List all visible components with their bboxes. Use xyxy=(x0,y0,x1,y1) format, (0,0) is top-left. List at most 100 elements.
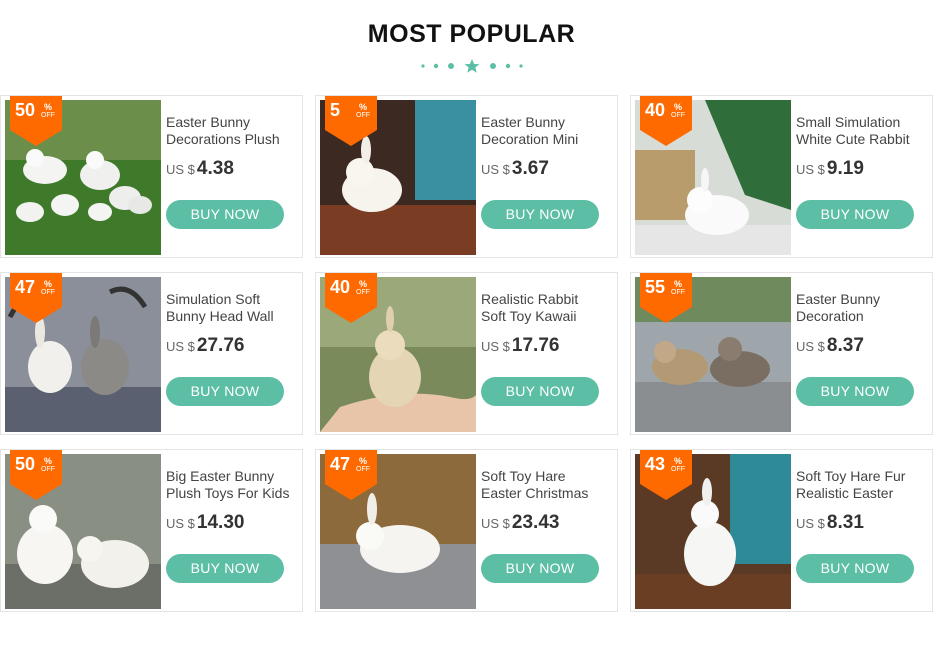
product-name-line: White Cute Rabbit xyxy=(796,131,910,147)
buy-now-button[interactable]: BUY NOW xyxy=(481,377,599,406)
currency-label: US $ xyxy=(796,339,825,354)
product-name[interactable]: Big Easter Bunny Plush Toys For Kids xyxy=(166,468,294,502)
currency-label: US $ xyxy=(796,162,825,177)
product-name[interactable]: Easter Bunny Decoration xyxy=(796,291,924,325)
product-name-line: Realistic Easter xyxy=(796,485,894,501)
buy-now-button[interactable]: BUY NOW xyxy=(166,377,284,406)
product-name[interactable]: Easter Bunny Decorations Plush xyxy=(166,114,294,148)
discount-value: 47 xyxy=(330,454,351,474)
currency-label: US $ xyxy=(166,339,195,354)
star-dots-divider-icon xyxy=(421,59,523,73)
discount-value: 5 xyxy=(330,100,341,120)
price-value: 9.19 xyxy=(826,158,864,179)
price-value: 3.67 xyxy=(511,158,549,179)
product-price: US $3.67 xyxy=(481,158,549,180)
buy-now-button[interactable]: BUY NOW xyxy=(796,200,914,229)
product-name-line: Decoration Mini xyxy=(481,131,579,147)
off-label: OFF xyxy=(671,289,685,296)
product-price: US $27.76 xyxy=(166,335,244,357)
off-label: OFF xyxy=(356,466,370,473)
discount-value: 50 xyxy=(15,100,36,120)
buy-now-button[interactable]: BUY NOW xyxy=(166,554,284,583)
product-name-line: Decorations Plush xyxy=(166,131,280,147)
price-value: 4.38 xyxy=(196,158,234,179)
product-name-line: Soft Toy Hare Fur xyxy=(796,468,906,484)
currency-label: US $ xyxy=(481,162,510,177)
off-label: OFF xyxy=(356,289,370,296)
section-title: MOST POPULAR xyxy=(367,20,576,48)
product-name-line: Easter Christmas xyxy=(481,485,589,501)
product-name-line: Easter Bunny xyxy=(796,291,881,307)
product-card[interactable]: 47% OFF Soft Toy Hare Easter Christmas US $2… xyxy=(315,449,618,612)
percent-sign: % xyxy=(359,456,368,466)
product-price: US $4.38 xyxy=(166,158,234,180)
product-name-line: Simulation Soft xyxy=(166,291,261,307)
price-value: 8.31 xyxy=(826,512,864,533)
discount-badge: 55% OFF xyxy=(640,273,692,323)
discount-value: 50 xyxy=(15,454,36,474)
product-name[interactable]: Simulation Soft Bunny Head Wall xyxy=(166,291,294,325)
currency-label: US $ xyxy=(166,516,195,531)
product-name[interactable]: Small Simulation White Cute Rabbit xyxy=(796,114,924,148)
buy-now-button[interactable]: BUY NOW xyxy=(481,200,599,229)
product-price: US $9.19 xyxy=(796,158,864,180)
product-name[interactable]: Soft Toy Hare Fur Realistic Easter xyxy=(796,468,924,502)
discount-value: 40 xyxy=(645,100,666,120)
off-label: OFF xyxy=(41,289,55,296)
product-name-line: Decoration xyxy=(796,308,864,324)
percent-sign: % xyxy=(44,279,53,289)
product-name-line: Bunny Head Wall xyxy=(166,308,274,324)
off-label: OFF xyxy=(41,466,55,473)
currency-label: US $ xyxy=(481,516,510,531)
product-name-line: Realistic Rabbit xyxy=(481,291,579,307)
discount-badge: 50% OFF xyxy=(10,96,62,146)
product-card[interactable]: 55% OFF Easter Bunny Decoration US $8.37 BUY … xyxy=(630,272,933,435)
product-name-line: Easter Bunny xyxy=(166,114,251,130)
discount-badge: 47% OFF xyxy=(10,273,62,323)
product-price: US $17.76 xyxy=(481,335,559,357)
price-value: 8.37 xyxy=(826,335,864,356)
off-label: OFF xyxy=(356,112,370,119)
discount-value: 43 xyxy=(645,454,666,474)
product-card[interactable]: 47% OFF Simulation Soft Bunny Head Wall US $… xyxy=(0,272,303,435)
discount-badge: 40% OFF xyxy=(640,96,692,146)
product-name[interactable]: Easter Bunny Decoration Mini xyxy=(481,114,609,148)
product-card[interactable]: 40% OFF Realistic Rabbit Soft Toy Kawaii US … xyxy=(315,272,618,435)
product-card[interactable]: 43% OFF Soft Toy Hare Fur Realistic Easter U… xyxy=(630,449,933,612)
off-label: OFF xyxy=(671,466,685,473)
product-name[interactable]: Realistic Rabbit Soft Toy Kawaii xyxy=(481,291,609,325)
percent-sign: % xyxy=(44,102,53,112)
currency-label: US $ xyxy=(166,162,195,177)
buy-now-button[interactable]: BUY NOW xyxy=(166,200,284,229)
price-value: 17.76 xyxy=(511,335,560,356)
product-name[interactable]: Soft Toy Hare Easter Christmas xyxy=(481,468,609,502)
percent-sign: % xyxy=(674,279,683,289)
discount-value: 40 xyxy=(330,277,351,297)
product-name-line: Big Easter Bunny xyxy=(166,468,275,484)
discount-badge: 50% OFF xyxy=(10,450,62,500)
off-label: OFF xyxy=(671,112,685,119)
product-price: US $8.31 xyxy=(796,512,864,534)
buy-now-button[interactable]: BUY NOW xyxy=(481,554,599,583)
product-price: US $8.37 xyxy=(796,335,864,357)
percent-sign: % xyxy=(44,456,53,466)
product-name-line: Small Simulation xyxy=(796,114,901,130)
buy-now-button[interactable]: BUY NOW xyxy=(796,377,914,406)
off-label: OFF xyxy=(41,112,55,119)
price-value: 14.30 xyxy=(196,512,245,533)
discount-badge: 5% OFF xyxy=(325,96,377,146)
product-card[interactable]: 50% OFF Easter Bunny Decorations Plush US $4… xyxy=(0,95,303,258)
percent-sign: % xyxy=(674,102,683,112)
currency-label: US $ xyxy=(481,339,510,354)
discount-badge: 47% OFF xyxy=(325,450,377,500)
product-card[interactable]: 5% OFF Easter Bunny Decoration Mini US $3.67… xyxy=(315,95,618,258)
discount-value: 55 xyxy=(645,277,666,297)
discount-badge: 40% OFF xyxy=(325,273,377,323)
product-card[interactable]: 50% OFF Big Easter Bunny Plush Toys For Kid… xyxy=(0,449,303,612)
product-name-line: Easter Bunny xyxy=(481,114,566,130)
buy-now-button[interactable]: BUY NOW xyxy=(796,554,914,583)
product-card[interactable]: 40% OFF Small Simulation White Cute Rabbit U… xyxy=(630,95,933,258)
percent-sign: % xyxy=(359,279,368,289)
price-value: 27.76 xyxy=(196,335,245,356)
product-name-line: Soft Toy Hare xyxy=(481,468,566,484)
